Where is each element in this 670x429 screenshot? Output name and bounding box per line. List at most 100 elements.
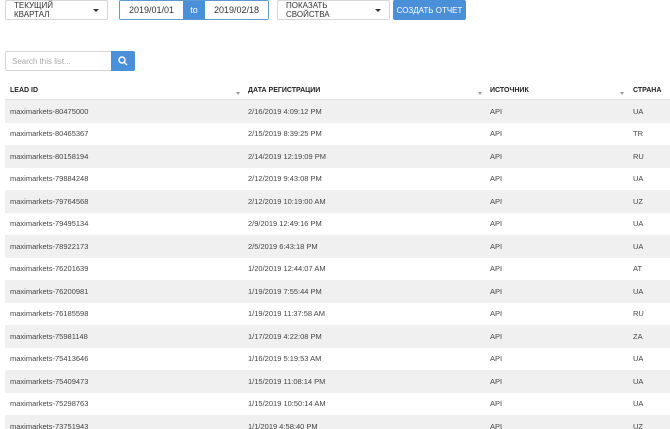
- column-header-lead-id[interactable]: LEAD ID: [10, 80, 38, 100]
- sort-icon[interactable]: [620, 92, 624, 95]
- country-cell: RU: [633, 151, 644, 161]
- create-report-button[interactable]: СОЗДАТЬ ОТЧЕТ: [393, 0, 466, 20]
- registration-date-cell: 2/16/2019 4:09:12 PM: [248, 106, 322, 116]
- sort-icon[interactable]: [236, 92, 240, 95]
- date-to-input[interactable]: 2019/02/18: [205, 1, 268, 19]
- search-button[interactable]: [111, 51, 135, 71]
- lead-id-cell: maximarkets-80158194: [10, 151, 89, 161]
- source-cell: API: [490, 129, 503, 139]
- registration-date-cell: 1/19/2019 11:37:58 AM: [248, 309, 326, 319]
- lead-id-cell: maximarkets-79764568: [10, 196, 89, 206]
- registration-date-cell: 1/15/2019 11:08:14 PM: [248, 376, 326, 386]
- table-header: LEAD ID ДАТА РЕГИСТРАЦИИ ИСТОЧНИК СТРАНА: [5, 80, 670, 100]
- country-cell: UA: [633, 376, 644, 386]
- table-row[interactable]: maximarkets-79495134 2/9/2019 12:49:16 PM…: [5, 213, 670, 236]
- lead-id-cell: maximarkets-79495134: [10, 219, 89, 229]
- registration-date-cell: 1/19/2019 7:55:44 PM: [248, 286, 322, 296]
- country-cell: UA: [633, 219, 644, 229]
- table-row[interactable]: maximarkets-79884248 2/12/2019 9:43:08 PM…: [5, 168, 670, 191]
- lead-id-cell: maximarkets-73751943: [10, 421, 89, 429]
- country-cell: UZ: [633, 196, 643, 206]
- leads-table: LEAD ID ДАТА РЕГИСТРАЦИИ ИСТОЧНИК СТРАНА…: [5, 80, 670, 429]
- registration-date-cell: 2/15/2019 8:39:25 PM: [248, 129, 322, 139]
- sort-icon[interactable]: [478, 92, 482, 95]
- source-cell: API: [490, 376, 503, 386]
- column-header-source[interactable]: ИСТОЧНИК: [490, 80, 529, 100]
- country-cell: UA: [633, 286, 644, 296]
- source-cell: API: [490, 241, 503, 251]
- date-to-label: to: [183, 1, 205, 19]
- country-cell: UA: [633, 241, 644, 251]
- source-cell: API: [490, 174, 503, 184]
- registration-date-cell: 1/1/2019 4:58:40 PM: [248, 421, 318, 429]
- registration-date-cell: 2/12/2019 9:43:08 PM: [248, 174, 322, 184]
- properties-label: ПОКАЗАТЬ СВОЙСТВА: [286, 1, 330, 19]
- country-cell: UA: [633, 354, 644, 364]
- table-row[interactable]: maximarkets-75413646 1/16/2019 5:19:53 AM…: [5, 348, 670, 371]
- table-row[interactable]: maximarkets-73751943 1/1/2019 4:58:40 PM A…: [5, 415, 670, 429]
- table-row[interactable]: maximarkets-75298763 1/15/2019 10:50:14 A…: [5, 393, 670, 416]
- toolbar: ТЕКУЩИЙ КВАРТАЛ 2019/01/01 to 2019/02/18…: [0, 0, 670, 24]
- search-box: Search this list...: [5, 51, 135, 71]
- lead-id-cell: maximarkets-76185598: [10, 309, 89, 319]
- column-header-country[interactable]: СТРАНА: [633, 80, 661, 100]
- registration-date-cell: 2/12/2019 10:19:00 AM: [248, 196, 326, 206]
- registration-date-cell: 1/20/2019 12:44:07 AM: [248, 264, 326, 274]
- lead-id-cell: maximarkets-75413646: [10, 354, 89, 364]
- table-row[interactable]: maximarkets-78922173 2/5/2019 6:43:18 PM A…: [5, 235, 670, 258]
- source-cell: API: [490, 421, 503, 429]
- source-cell: API: [490, 264, 503, 274]
- search-input[interactable]: Search this list...: [5, 51, 111, 71]
- lead-id-cell: maximarkets-75981148: [10, 331, 88, 341]
- table-row[interactable]: maximarkets-80475000 2/16/2019 4:09:12 PM…: [5, 100, 670, 123]
- registration-date-cell: 1/15/2019 10:50:14 AM: [248, 399, 326, 409]
- country-cell: UA: [633, 106, 644, 116]
- lead-id-cell: maximarkets-76200981: [10, 286, 89, 296]
- source-cell: API: [490, 309, 503, 319]
- country-cell: TR: [633, 129, 643, 139]
- source-cell: API: [490, 331, 503, 341]
- lead-id-cell: maximarkets-79884248: [10, 174, 89, 184]
- lead-id-cell: maximarkets-75298763: [10, 399, 89, 409]
- registration-date-cell: 2/9/2019 12:49:16 PM: [248, 219, 322, 229]
- source-cell: API: [490, 196, 503, 206]
- lead-id-cell: maximarkets-78922173: [10, 241, 89, 251]
- date-range-picker: 2019/01/01 to 2019/02/18: [119, 0, 269, 20]
- lead-id-cell: maximarkets-80475000: [10, 106, 89, 116]
- lead-id-cell: maximarkets-75409473: [10, 376, 89, 386]
- search-icon: [118, 56, 128, 66]
- period-dropdown[interactable]: ТЕКУЩИЙ КВАРТАЛ: [5, 0, 108, 20]
- table-row[interactable]: maximarkets-76185598 1/19/2019 11:37:58 A…: [5, 303, 670, 326]
- table-body: maximarkets-80475000 2/16/2019 4:09:12 PM…: [5, 100, 670, 429]
- source-cell: API: [490, 399, 503, 409]
- source-cell: API: [490, 286, 503, 296]
- table-row[interactable]: maximarkets-80158194 2/14/2019 12:19:09 P…: [5, 145, 670, 168]
- registration-date-cell: 2/14/2019 12:19:09 PM: [248, 151, 326, 161]
- table-row[interactable]: maximarkets-79764568 2/12/2019 10:19:00 A…: [5, 190, 670, 213]
- lead-id-cell: maximarkets-76201639: [10, 264, 89, 274]
- source-cell: API: [490, 354, 503, 364]
- table-row[interactable]: maximarkets-80465367 2/15/2019 8:39:25 PM…: [5, 123, 670, 146]
- country-cell: AT: [633, 264, 643, 274]
- properties-dropdown[interactable]: ПОКАЗАТЬ СВОЙСТВА: [277, 0, 390, 20]
- source-cell: API: [490, 151, 503, 161]
- country-cell: RU: [633, 309, 644, 319]
- country-cell: UA: [633, 399, 644, 409]
- country-cell: ZA: [633, 331, 643, 341]
- date-from-input[interactable]: 2019/01/01: [120, 1, 183, 19]
- chevron-down-icon: [93, 8, 99, 12]
- table-row[interactable]: maximarkets-76200981 1/19/2019 7:55:44 PM…: [5, 280, 670, 303]
- table-row[interactable]: maximarkets-76201639 1/20/2019 12:44:07 A…: [5, 258, 670, 281]
- period-label: ТЕКУЩИЙ КВАРТАЛ: [14, 1, 54, 19]
- registration-date-cell: 1/17/2019 4:22:08 PM: [248, 331, 322, 341]
- table-row[interactable]: maximarkets-75409473 1/15/2019 11:08:14 P…: [5, 370, 670, 393]
- table-row[interactable]: maximarkets-75981148 1/17/2019 4:22:08 PM…: [5, 325, 670, 348]
- source-cell: API: [490, 219, 503, 229]
- country-cell: UA: [633, 174, 644, 184]
- registration-date-cell: 1/16/2019 5:19:53 AM: [248, 354, 322, 364]
- source-cell: API: [490, 106, 503, 116]
- chevron-down-icon: [375, 8, 381, 12]
- column-header-registration-date[interactable]: ДАТА РЕГИСТРАЦИИ: [248, 80, 320, 100]
- lead-id-cell: maximarkets-80465367: [10, 129, 89, 139]
- registration-date-cell: 2/5/2019 6:43:18 PM: [248, 241, 318, 251]
